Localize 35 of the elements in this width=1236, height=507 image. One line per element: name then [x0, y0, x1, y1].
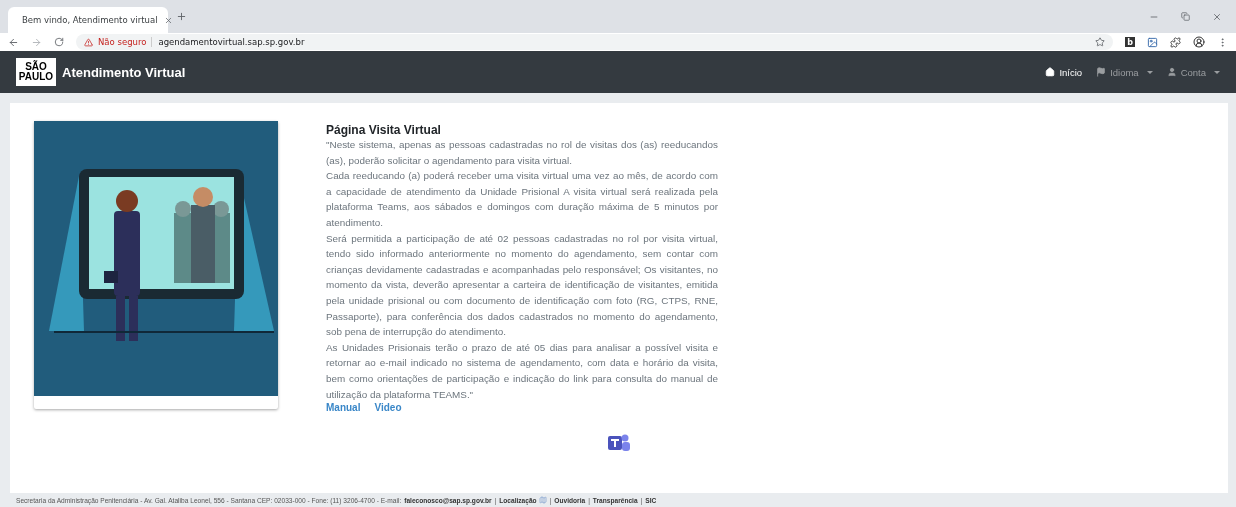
star-icon[interactable]	[1095, 37, 1105, 47]
paragraph: Cada reeducando (a) poderá receber uma visita virtual uma vez ao mês, de acordo com a capacidade de atendimento da Unidade Prisional A visita virtual será realizada pela plataforma Teams, aos sábados e domingos com duração máxima de 5 minutos por atendimento.	[326, 169, 718, 230]
link[interactable]: Manual	[326, 402, 361, 414]
profile-icon[interactable]	[1193, 36, 1205, 48]
nav-link[interactable]: Conta	[1166, 66, 1220, 78]
paragraph: Será permitida a participação de até 02 pessoas cadastradas no rol por visita virtual, tendo sido informado anteriormente no momento do agendamento, sem contar com crianças devidamente cadastradas e acompanhadas pelo responsável; Os visitantes, no momento da vista, deverão apresentar a carteira de identificação de visitantes, emitida pela unidade prisional ou com documento de identificação com foto (RG, CTPS, RNE, Passaporte), para conferência dos dados cadastrados no momento do agendamento, sob pena de interrupção do atendimento.	[326, 231, 718, 340]
page-title: Página Visita Virtual	[326, 123, 442, 137]
close-icon[interactable]	[1212, 11, 1222, 22]
paragraph: "Neste sistema, apenas as pessoas cadastradas no rol de visitas dos (as) reeducandos (as), poderão solicitar o agendamento para visita virtual.	[326, 138, 718, 168]
home-icon	[1045, 67, 1056, 77]
picture-icon[interactable]	[1147, 36, 1158, 48]
url-text: agendamentovirtual.sap.sp.gov.br	[151, 37, 305, 47]
nav-link[interactable]: Idioma	[1096, 66, 1153, 78]
flag-icon	[1096, 67, 1107, 77]
restore-icon[interactable]	[1181, 11, 1190, 22]
brand-title[interactable]: Atendimento Virtual	[62, 64, 186, 80]
nav-link[interactable]: Início	[1045, 66, 1083, 78]
security-warning: Não seguro	[98, 37, 147, 47]
warning-icon	[84, 37, 93, 47]
logo: SÃO PAULO	[16, 58, 56, 86]
chat-app-logo-icon	[608, 433, 630, 454]
map-icon	[538, 496, 547, 504]
browser-tab[interactable]: Bem vindo, Atendimento virtual	[8, 7, 168, 33]
user-icon	[1166, 67, 1177, 77]
reload-icon[interactable]	[54, 37, 64, 47]
extension-icon[interactable]: b	[1125, 37, 1135, 47]
paragraph: As Unidades Prisionais terão o prazo de até 05 dias para analisar a possível visita e retornar ao e-mail indicado no sistema de agendamento, com data e horário da visita, bem como orientações de participação e indicação do link para consulta do manual de utilização da plataforma TEAMS."	[326, 340, 718, 402]
close-icon[interactable]	[163, 15, 173, 25]
link[interactable]: Video	[374, 402, 402, 414]
new-tab-icon[interactable]	[176, 11, 187, 22]
puzzle-icon[interactable]	[1170, 36, 1181, 48]
forward-arrow-icon[interactable]	[31, 36, 42, 48]
address-field[interactable]: Não seguro agendamentovirtual.sap.sp.gov.br	[76, 34, 1113, 50]
back-arrow-icon[interactable]	[8, 36, 19, 48]
tab-title: Bem vindo, Atendimento virtual	[22, 15, 158, 25]
